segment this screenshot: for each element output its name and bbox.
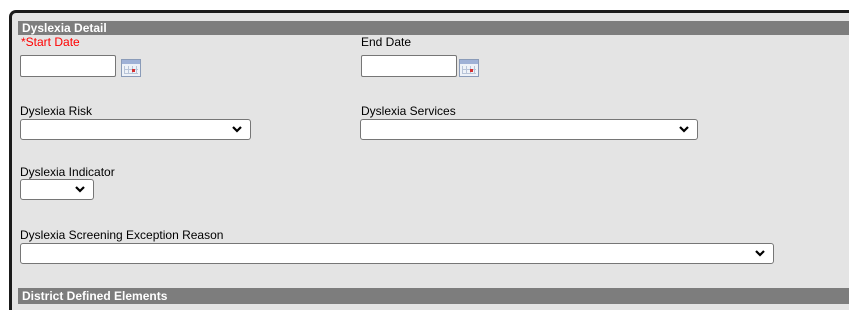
screening-exception-reason-label: Dyslexia Screening Exception Reason	[20, 228, 224, 242]
chevron-down-icon	[679, 126, 689, 133]
dyslexia-services-label: Dyslexia Services	[361, 104, 456, 118]
calendar-icon[interactable]	[121, 59, 141, 77]
section-header-district-defined-elements: District Defined Elements	[18, 288, 849, 304]
calendar-icon[interactable]	[459, 59, 479, 77]
chevron-down-icon	[232, 126, 242, 133]
section-title: District Defined Elements	[22, 289, 168, 303]
screening-exception-reason-select[interactable]	[20, 243, 774, 264]
dyslexia-risk-label: Dyslexia Risk	[20, 104, 93, 118]
start-date-label: *Start Date	[21, 35, 80, 49]
dyslexia-indicator-label: Dyslexia Indicator	[20, 165, 115, 179]
end-date-input[interactable]	[361, 55, 457, 77]
start-date-input[interactable]	[20, 55, 116, 77]
chevron-down-icon	[755, 250, 765, 257]
dyslexia-risk-select[interactable]	[20, 119, 251, 140]
chevron-down-icon	[75, 186, 85, 193]
dyslexia-indicator-select[interactable]	[20, 179, 94, 200]
section-header-dyslexia-detail: Dyslexia Detail	[18, 21, 849, 35]
dyslexia-detail-panel: Dyslexia Detail *Start Date End Date Dys…	[9, 10, 849, 310]
start-date-label-text: Start Date	[25, 35, 80, 49]
end-date-label: End Date	[361, 35, 412, 49]
section-title: Dyslexia Detail	[22, 21, 107, 35]
dyslexia-services-select[interactable]	[360, 119, 698, 140]
